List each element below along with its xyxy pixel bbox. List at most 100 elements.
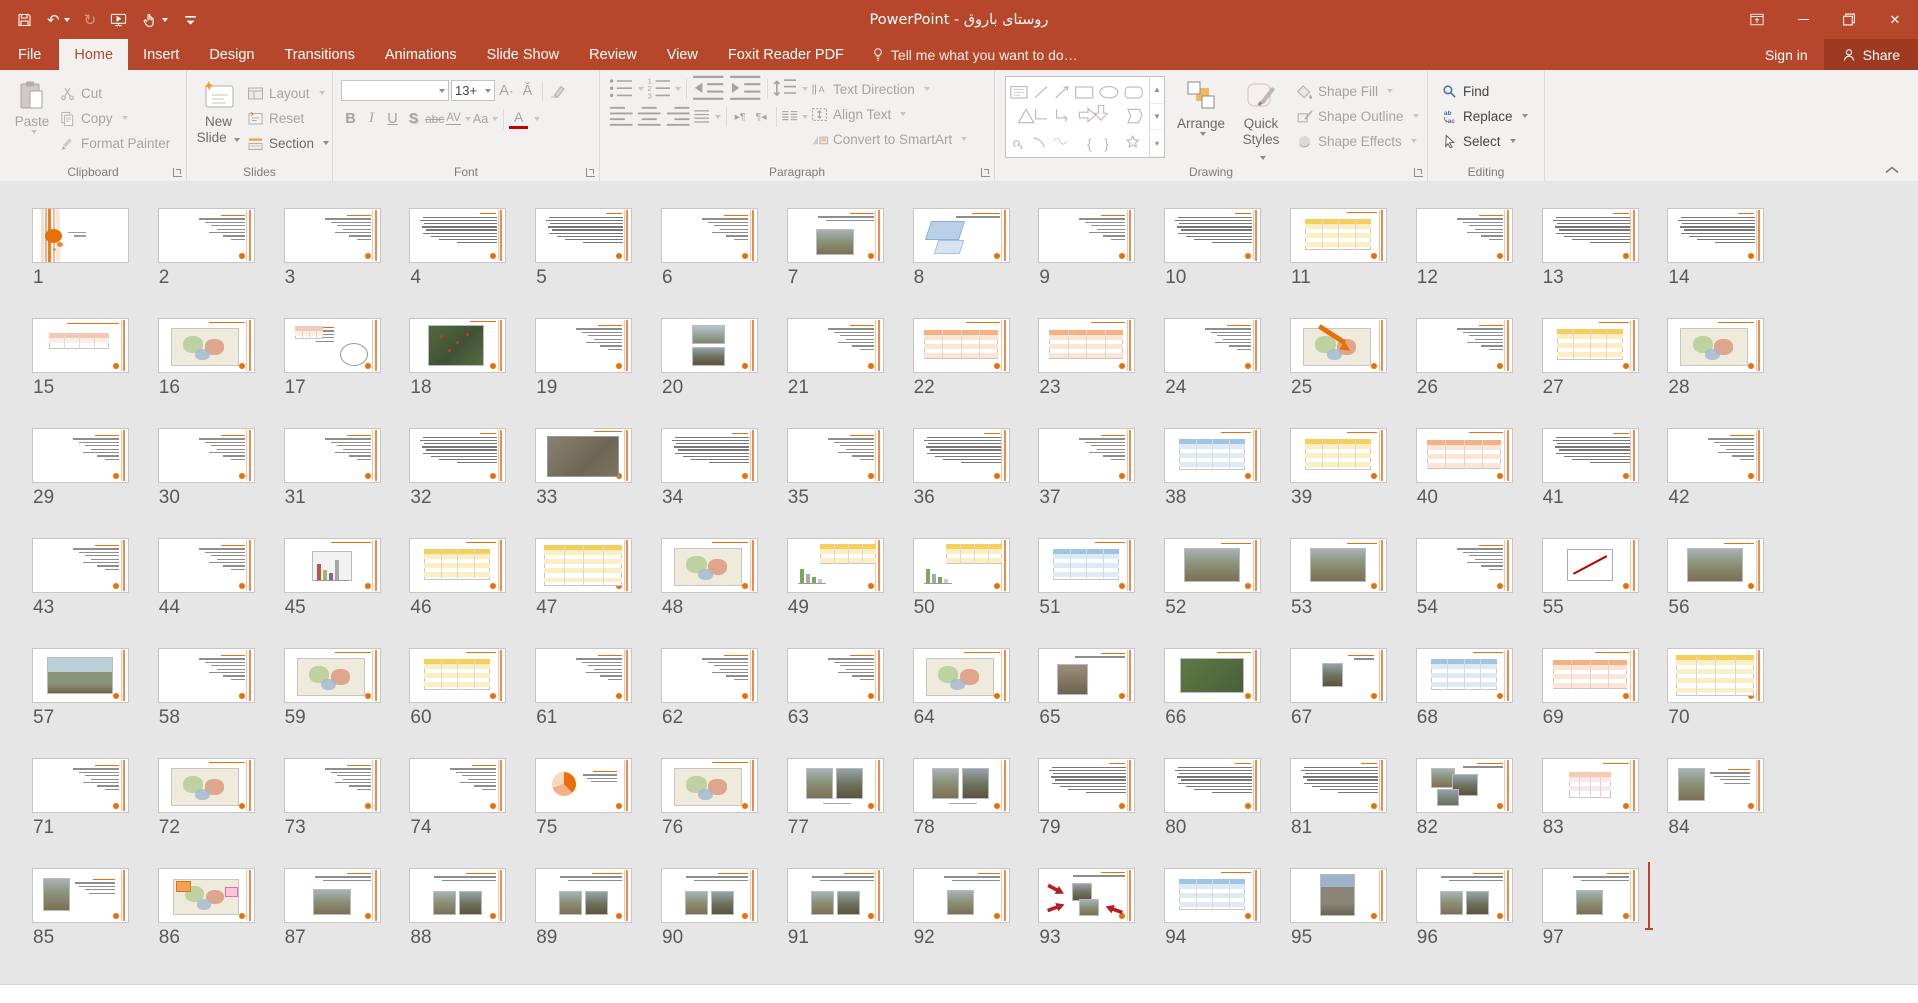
slide-thumbnail[interactable] bbox=[158, 648, 255, 703]
new-slide-button[interactable]: NewSlide bbox=[193, 76, 244, 168]
replace-button[interactable]: abacReplace bbox=[1438, 105, 1531, 127]
slide-thumbnail[interactable] bbox=[1164, 868, 1261, 923]
collapse-ribbon-icon[interactable] bbox=[1884, 165, 1900, 175]
slide-thumbnail[interactable] bbox=[158, 428, 255, 483]
slide-thumbnail[interactable] bbox=[32, 648, 129, 703]
tab-home[interactable]: Home bbox=[59, 39, 128, 70]
slide-thumbnail[interactable] bbox=[913, 428, 1010, 483]
slide-thumbnail[interactable] bbox=[1164, 648, 1261, 703]
line-spacing-button[interactable] bbox=[772, 78, 808, 99]
decrease-indent-button[interactable] bbox=[691, 78, 725, 99]
change-case-button[interactable]: Aa bbox=[473, 108, 498, 129]
restore-button[interactable] bbox=[1826, 0, 1872, 39]
slide-thumbnail[interactable] bbox=[787, 538, 884, 593]
slide-thumbnail[interactable] bbox=[1542, 428, 1639, 483]
slide-thumbnail[interactable] bbox=[284, 868, 381, 923]
rtl-direction-button[interactable]: ¶◂ bbox=[752, 106, 771, 127]
slide-thumbnail[interactable] bbox=[32, 428, 129, 483]
tab-animations[interactable]: Animations bbox=[370, 39, 472, 70]
format-painter-button[interactable]: Format Painter bbox=[56, 132, 173, 154]
slide-thumbnail[interactable] bbox=[1416, 318, 1513, 373]
paste-button[interactable]: Paste bbox=[8, 76, 56, 168]
tab-file[interactable]: File bbox=[0, 39, 59, 70]
slide-thumbnail[interactable] bbox=[409, 758, 506, 813]
close-button[interactable]: ✕ bbox=[1872, 0, 1918, 39]
touch-mouse-mode-icon[interactable] bbox=[141, 12, 168, 28]
underline-button[interactable]: U bbox=[383, 108, 402, 129]
slide-thumbnail[interactable] bbox=[1667, 758, 1764, 813]
slide-thumbnail[interactable] bbox=[1038, 758, 1135, 813]
slide-thumbnail[interactable] bbox=[284, 758, 381, 813]
increase-indent-button[interactable] bbox=[728, 78, 762, 99]
paragraph-dialog-launcher[interactable] bbox=[981, 168, 990, 177]
slide-thumbnail[interactable] bbox=[158, 758, 255, 813]
slide-thumbnail[interactable] bbox=[1542, 208, 1639, 263]
slide-thumbnail[interactable] bbox=[787, 428, 884, 483]
increase-font-size-button[interactable]: A˴ bbox=[497, 80, 516, 101]
slide-sorter[interactable]: 1234567891011121314151617181920212223242… bbox=[0, 181, 1918, 985]
slide-thumbnail[interactable] bbox=[158, 318, 255, 373]
slide-thumbnail[interactable] bbox=[913, 208, 1010, 263]
slide-thumbnail[interactable] bbox=[1416, 208, 1513, 263]
slide-thumbnail[interactable] bbox=[32, 868, 129, 923]
slide-thumbnail[interactable] bbox=[32, 538, 129, 593]
slide-thumbnail[interactable] bbox=[409, 428, 506, 483]
slide-thumbnail[interactable] bbox=[1542, 868, 1639, 923]
slide-thumbnail[interactable] bbox=[1416, 538, 1513, 593]
slide-thumbnail[interactable] bbox=[535, 318, 632, 373]
convert-to-smartart-button[interactable]: Convert to SmartArt bbox=[808, 128, 970, 150]
slide-thumbnail[interactable] bbox=[913, 538, 1010, 593]
decrease-font-size-button[interactable]: Ǎ bbox=[518, 80, 537, 101]
section-button[interactable]: Section bbox=[244, 132, 332, 154]
tab-review[interactable]: Review bbox=[574, 39, 652, 70]
slide-thumbnail[interactable] bbox=[1542, 318, 1639, 373]
align-left-button[interactable] bbox=[608, 106, 634, 127]
slide-thumbnail[interactable] bbox=[661, 648, 758, 703]
shapes-scroll-down-icon[interactable]: ▼ bbox=[1150, 104, 1164, 131]
slide-thumbnail[interactable] bbox=[32, 208, 129, 263]
share-button[interactable]: Share bbox=[1824, 39, 1918, 70]
tell-me-box[interactable]: Tell me what you want to do… bbox=[859, 39, 1090, 70]
strikethrough-button[interactable]: abc bbox=[425, 108, 444, 129]
slide-thumbnail[interactable] bbox=[1667, 538, 1764, 593]
save-icon[interactable] bbox=[16, 12, 33, 28]
slide-thumbnail[interactable] bbox=[1164, 758, 1261, 813]
slide-thumbnail[interactable] bbox=[661, 428, 758, 483]
slide-thumbnail[interactable] bbox=[1667, 648, 1764, 703]
tab-design[interactable]: Design bbox=[194, 39, 269, 70]
slide-thumbnail[interactable] bbox=[1164, 538, 1261, 593]
slide-thumbnail[interactable] bbox=[1542, 758, 1639, 813]
slide-thumbnail[interactable] bbox=[1038, 208, 1135, 263]
align-right-button[interactable] bbox=[665, 106, 691, 127]
ribbon-display-options-button[interactable] bbox=[1734, 0, 1780, 39]
drawing-dialog-launcher[interactable] bbox=[1414, 168, 1423, 177]
slide-thumbnail[interactable] bbox=[913, 318, 1010, 373]
find-button[interactable]: Find bbox=[1438, 80, 1531, 102]
font-name-combo[interactable] bbox=[341, 80, 449, 101]
slide-thumbnail[interactable] bbox=[535, 538, 632, 593]
slide-thumbnail[interactable] bbox=[284, 538, 381, 593]
slide-thumbnail[interactable] bbox=[409, 208, 506, 263]
slide-thumbnail[interactable] bbox=[913, 868, 1010, 923]
slide-thumbnail[interactable] bbox=[1542, 648, 1639, 703]
shape-fill-button[interactable]: Shape Fill bbox=[1293, 80, 1422, 102]
columns-button[interactable] bbox=[781, 106, 808, 127]
slide-thumbnail[interactable] bbox=[1164, 318, 1261, 373]
slide-thumbnail[interactable] bbox=[1290, 758, 1387, 813]
slide-thumbnail[interactable] bbox=[158, 868, 255, 923]
slide-thumbnail[interactable] bbox=[1416, 868, 1513, 923]
tab-view[interactable]: View bbox=[652, 39, 713, 70]
slide-thumbnail[interactable] bbox=[32, 318, 129, 373]
slide-thumbnail[interactable] bbox=[661, 868, 758, 923]
arrange-button[interactable]: Arrange bbox=[1173, 76, 1229, 168]
slide-thumbnail[interactable] bbox=[284, 318, 381, 373]
slide-thumbnail[interactable] bbox=[409, 648, 506, 703]
slide-thumbnail[interactable] bbox=[661, 758, 758, 813]
copy-button[interactable]: Copy bbox=[56, 107, 173, 129]
slide-thumbnail[interactable] bbox=[409, 538, 506, 593]
slide-thumbnail[interactable] bbox=[1667, 318, 1764, 373]
shapes-gallery[interactable]: {} ▲ ▼ ▾ bbox=[1005, 76, 1165, 158]
reset-button[interactable]: Reset bbox=[244, 107, 332, 129]
shapes-gallery-scrollbar[interactable]: ▲ ▼ ▾ bbox=[1149, 77, 1164, 157]
sign-in-link[interactable]: Sign in bbox=[1749, 39, 1824, 70]
